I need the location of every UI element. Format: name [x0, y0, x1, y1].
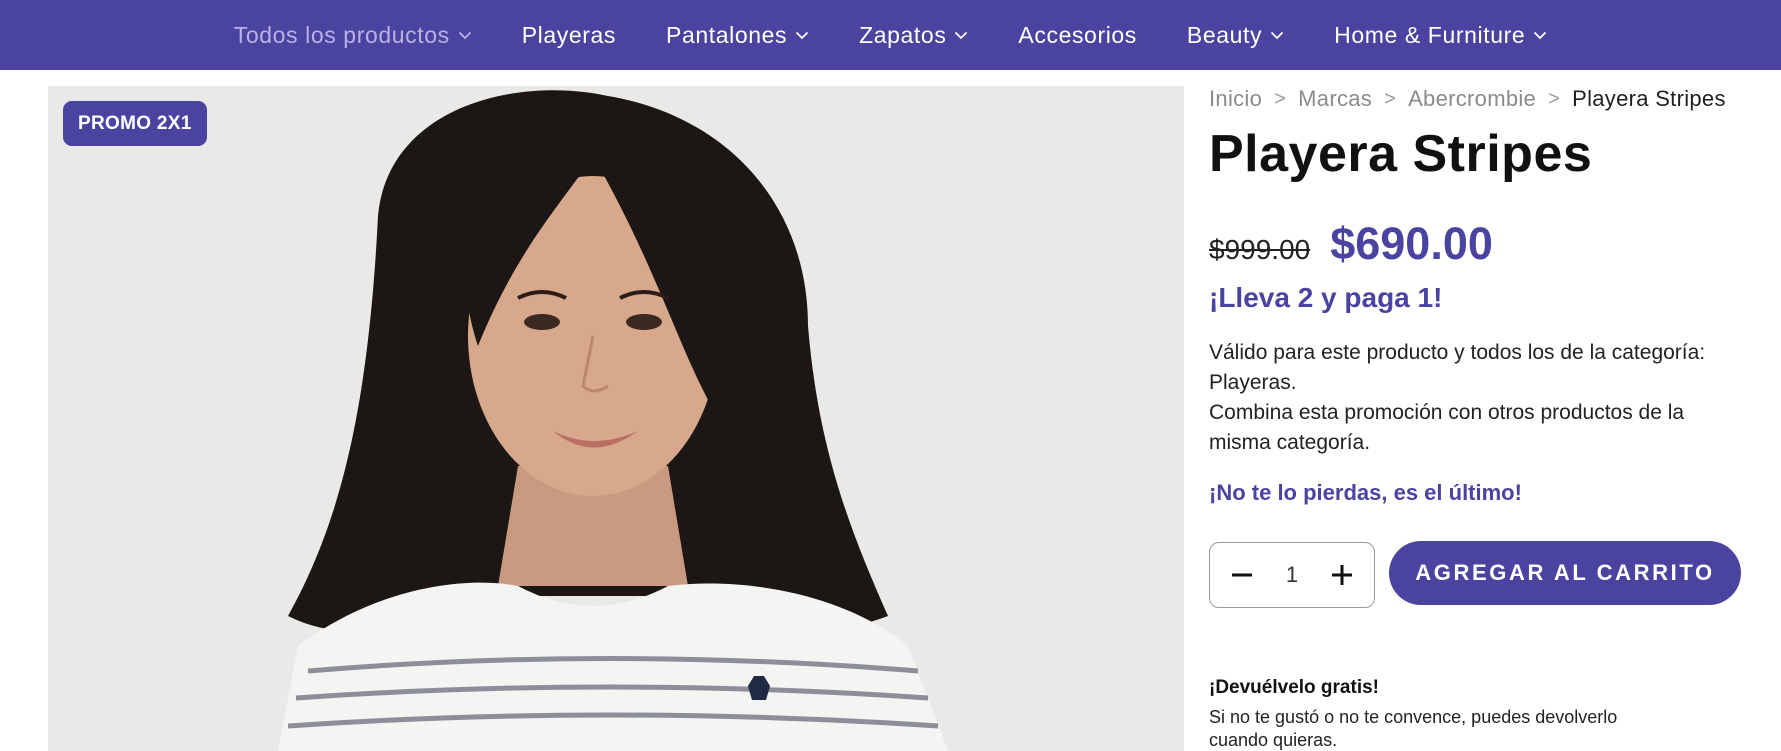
promo-description-line: Combina esta promoción con otros product… — [1209, 401, 1685, 454]
breadcrumb-separator: > — [1384, 87, 1397, 110]
nav-item-label: Accesorios — [1018, 21, 1137, 48]
chevron-down-icon — [458, 28, 472, 42]
returns-text: Si no te gustó o no te convence, puedes … — [1209, 707, 1618, 750]
main-nav: Todos los productos Playeras Pantalones … — [0, 0, 1781, 70]
nav-item-home-furniture[interactable]: Home & Furniture — [1309, 22, 1572, 49]
chevron-down-icon — [1533, 28, 1547, 42]
promo-description: Válido para este producto y todos los de… — [1209, 338, 1749, 458]
product-photo — [48, 86, 1184, 751]
nav-item-label: Beauty — [1186, 21, 1263, 48]
product-image[interactable] — [48, 86, 1184, 751]
nav-item-zapatos[interactable]: Zapatos — [834, 22, 993, 49]
nav-item-label: Zapatos — [859, 21, 947, 48]
quantity-value[interactable]: 1 — [1272, 562, 1312, 588]
nav-item-accesorios[interactable]: Accesorios — [993, 22, 1161, 49]
chevron-down-icon — [954, 28, 968, 42]
quantity-stepper: 1 — [1209, 542, 1375, 608]
current-price: $690.00 — [1330, 218, 1493, 269]
nav-item-todos-los-productos[interactable]: Todos los productos — [209, 22, 497, 49]
product-title: Playera Stripes — [1209, 125, 1593, 183]
breadcrumb-item-current: Playera Stripes — [1572, 86, 1726, 111]
returns-title: ¡Devuélvelo gratis! — [1209, 677, 1379, 698]
nav-item-label: Home & Furniture — [1334, 21, 1526, 48]
breadcrumb-item-inicio[interactable]: Inicio — [1209, 86, 1262, 112]
nav-item-label: Todos los productos — [233, 21, 450, 48]
old-price: $999.00 — [1209, 234, 1311, 265]
breadcrumb-separator: > — [1548, 87, 1561, 110]
breadcrumb-item-marcas[interactable]: Marcas — [1298, 86, 1372, 112]
breadcrumb-separator: > — [1274, 87, 1287, 110]
nav-item-playeras[interactable]: Playeras — [497, 22, 641, 49]
product-info: Inicio > Marcas > Abercrombie > Playera … — [1209, 84, 1769, 750]
chevron-down-icon — [795, 28, 809, 42]
nav-item-label: Playeras — [521, 21, 617, 48]
promo-badge: PROMO 2X1 — [63, 101, 207, 146]
promo-description-line: Válido para este producto y todos los de… — [1209, 341, 1706, 394]
plus-icon[interactable] — [1328, 561, 1356, 589]
price-block: $999.00 $690.00 — [1209, 218, 1493, 270]
stock-notice: ¡No te lo pierdas, es el último! — [1209, 480, 1522, 505]
chevron-down-icon — [1270, 28, 1284, 42]
nav-item-pantalones[interactable]: Pantalones — [641, 22, 834, 49]
breadcrumb: Inicio > Marcas > Abercrombie > Playera … — [1209, 84, 1769, 114]
promo-headline: ¡Lleva 2 y paga 1! — [1209, 282, 1443, 313]
nav-item-beauty[interactable]: Beauty — [1162, 22, 1309, 49]
breadcrumb-item-abercrombie[interactable]: Abercrombie — [1408, 86, 1536, 112]
add-to-cart-button[interactable]: AGREGAR AL CARRITO — [1389, 541, 1741, 605]
minus-icon[interactable] — [1228, 561, 1256, 589]
nav-item-label: Pantalones — [666, 21, 788, 48]
